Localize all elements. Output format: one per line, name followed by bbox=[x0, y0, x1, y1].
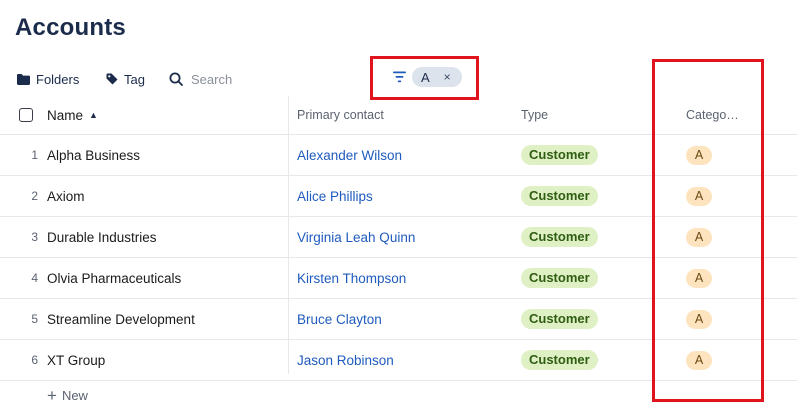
primary-contact-cell: Alice Phillips bbox=[297, 176, 373, 216]
type-badge: Customer bbox=[521, 268, 598, 288]
type-badge: Customer bbox=[521, 309, 598, 329]
primary-contact-link[interactable]: Kirsten Thompson bbox=[297, 271, 406, 286]
type-badge: Customer bbox=[521, 350, 598, 370]
tag-button[interactable]: Tag bbox=[106, 66, 145, 92]
highlight-box-category-column bbox=[652, 59, 764, 402]
account-name[interactable]: Alpha Business bbox=[47, 135, 140, 175]
header-type[interactable]: Type bbox=[521, 96, 548, 134]
type-badge: Customer bbox=[521, 145, 598, 165]
account-name[interactable]: Olvia Pharmaceuticals bbox=[47, 258, 181, 298]
tag-label: Tag bbox=[124, 71, 145, 87]
primary-contact-link[interactable]: Alexander Wilson bbox=[297, 148, 402, 163]
new-record-button[interactable]: + New bbox=[47, 385, 88, 405]
account-name[interactable]: Axiom bbox=[47, 176, 85, 216]
search-icon bbox=[169, 72, 183, 86]
primary-contact-cell: Alexander Wilson bbox=[297, 135, 402, 175]
type-cell: Customer bbox=[521, 176, 598, 216]
primary-contact-cell: Virginia Leah Quinn bbox=[297, 217, 415, 257]
select-all-checkbox[interactable] bbox=[19, 108, 33, 122]
primary-contact-cell: Jason Robinson bbox=[297, 340, 394, 380]
primary-contact-link[interactable]: Alice Phillips bbox=[297, 189, 373, 204]
account-name[interactable]: XT Group bbox=[47, 340, 105, 380]
search-placeholder: Search bbox=[191, 71, 233, 87]
header-name[interactable]: Name ▲ bbox=[47, 96, 98, 134]
row-number: 3 bbox=[31, 230, 38, 244]
page-title: Accounts bbox=[15, 14, 126, 41]
type-badge: Customer bbox=[521, 227, 598, 247]
primary-contact-cell: Kirsten Thompson bbox=[297, 258, 406, 298]
search-input[interactable]: Search bbox=[169, 66, 232, 92]
header-name-label: Name bbox=[47, 107, 84, 123]
row-number: 4 bbox=[31, 271, 38, 285]
row-number: 6 bbox=[31, 353, 38, 367]
type-cell: Customer bbox=[521, 299, 598, 339]
plus-icon: + bbox=[47, 385, 57, 405]
header-primary-contact[interactable]: Primary contact bbox=[297, 96, 384, 134]
account-name[interactable]: Streamline Development bbox=[47, 299, 195, 339]
primary-contact-cell: Bruce Clayton bbox=[297, 299, 382, 339]
sort-ascending-icon: ▲ bbox=[89, 110, 98, 120]
primary-contact-link[interactable]: Jason Robinson bbox=[297, 353, 394, 368]
folder-icon bbox=[17, 73, 30, 85]
primary-contact-link[interactable]: Virginia Leah Quinn bbox=[297, 230, 415, 245]
primary-contact-link[interactable]: Bruce Clayton bbox=[297, 312, 382, 327]
account-name[interactable]: Durable Industries bbox=[47, 217, 157, 257]
type-cell: Customer bbox=[521, 217, 598, 257]
type-cell: Customer bbox=[521, 258, 598, 298]
type-cell: Customer bbox=[521, 135, 598, 175]
row-number: 5 bbox=[31, 312, 38, 326]
new-record-label: New bbox=[61, 387, 88, 403]
select-all-cell bbox=[19, 96, 33, 134]
highlight-box-filter bbox=[370, 56, 479, 100]
row-number: 1 bbox=[31, 148, 38, 162]
tag-icon bbox=[106, 73, 118, 85]
type-badge: Customer bbox=[521, 186, 598, 206]
row-number: 2 bbox=[31, 189, 38, 203]
type-cell: Customer bbox=[521, 340, 598, 380]
folders-label: Folders bbox=[36, 71, 80, 87]
folders-button[interactable]: Folders bbox=[17, 66, 79, 92]
